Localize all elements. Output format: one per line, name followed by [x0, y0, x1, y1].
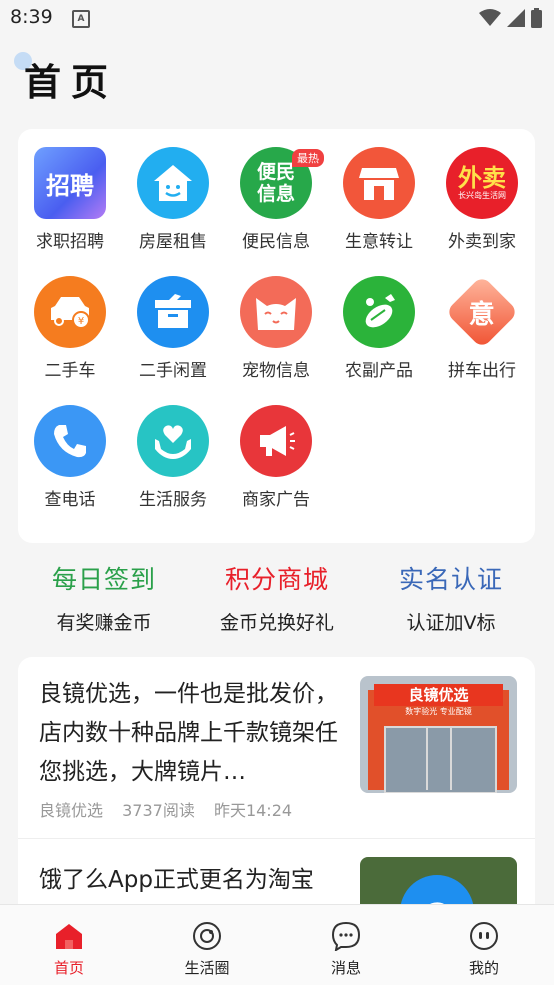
grid-item-label: 二手闲置 — [139, 361, 207, 381]
wifi-icon — [479, 9, 501, 26]
promo-title: 每日签到 — [51, 565, 156, 594]
grid-item-carpool[interactable]: 意 拼车出行 — [430, 258, 534, 381]
promo-title: 积分商城 — [224, 565, 329, 594]
convenience-icon-text: 便民 信息 — [256, 161, 295, 205]
promo-subtitle: 有奖赚金币 — [56, 612, 152, 634]
convenience-info-icon: 便民 信息 最热 — [240, 147, 324, 219]
status-bar: 8:39 A — [0, 0, 554, 36]
article-time: 昨天14:24 — [213, 801, 293, 820]
thumbnail-sign: 良镜优选 — [374, 684, 503, 706]
recruit-icon: 招聘 — [34, 147, 106, 219]
carpool-icon-text: 意 — [468, 299, 496, 330]
grid-item-label: 外卖到家 — [448, 232, 516, 252]
promo-real-name[interactable]: 实名认证 认证加V标 — [361, 560, 541, 635]
grid-item-convenience[interactable]: 便民 信息 最热 便民信息 — [224, 129, 328, 252]
article-feed: 良镜优选，一件也是批发价，店内数十种品牌上千款镜架任您挑选，大牌镜片… 良镜优选… — [18, 657, 535, 917]
carpool-icon: 意 — [445, 275, 519, 349]
promo-subtitle: 金币兑换好礼 — [219, 612, 334, 634]
article-item[interactable]: 良镜优选，一件也是批发价，店内数十种品牌上千款镜架任您挑选，大牌镜片… 良镜优选… — [18, 657, 535, 839]
tab-label: 我的 — [468, 959, 499, 977]
grid-item-label: 二手车 — [44, 361, 96, 381]
tab-messages[interactable]: 消息 — [277, 905, 415, 985]
profile-icon — [470, 922, 498, 950]
svg-text:¥: ¥ — [78, 316, 84, 327]
grid-item-life-service[interactable]: 生活服务 — [121, 387, 225, 510]
takeout-icon-subtext: 长兴岛生活网 — [458, 191, 506, 200]
grid-item-label: 便民信息 — [242, 232, 310, 252]
status-icons — [479, 8, 542, 28]
grid-item-second-hand[interactable]: 二手闲置 — [121, 258, 225, 381]
article-title: 良镜优选，一件也是批发价，店内数十种品牌上千款镜架任您挑选，大牌镜片… — [39, 681, 338, 785]
tab-home[interactable]: 首页 — [0, 905, 138, 985]
grid-item-takeout[interactable]: 外卖 长兴岛生活网 外卖到家 — [430, 129, 534, 252]
article-reads: 3737阅读 — [122, 801, 195, 820]
grid-item-label: 生活服务 — [139, 490, 207, 510]
article-thumbnail: 良镜优选 数字验光 专业配镜 — [360, 676, 517, 793]
grid-item-used-car[interactable]: ¥ 二手车 — [18, 258, 122, 381]
tab-label: 首页 — [53, 959, 84, 977]
grid-item-merchant-ads[interactable]: 商家广告 — [224, 387, 328, 510]
bottom-tab-bar: 首页 生活圈 消息 我的 — [0, 904, 554, 985]
article-title: 饿了么App正式更名为淘宝 — [39, 867, 314, 893]
article-source: 良镜优选 — [39, 801, 104, 820]
box-icon — [137, 276, 209, 348]
battery-icon — [531, 8, 542, 28]
home-icon — [56, 924, 82, 949]
promo-subtitle: 认证加V标 — [406, 612, 496, 634]
grid-item-label: 生意转让 — [345, 232, 413, 252]
heart-hands-icon — [137, 405, 209, 477]
tab-profile[interactable]: 我的 — [415, 905, 553, 985]
grid-item-farm-products[interactable]: 农副产品 — [327, 258, 431, 381]
article-meta: 良镜优选 3737阅读 昨天14:24 — [39, 797, 306, 821]
page-title: 首页 — [24, 61, 118, 104]
signal-icon — [507, 9, 525, 27]
phone-icon — [34, 405, 106, 477]
tab-life-circle[interactable]: 生活圈 — [138, 905, 276, 985]
grid-item-phone[interactable]: 查电话 — [18, 387, 122, 510]
tab-label: 消息 — [330, 959, 361, 977]
grid-item-label: 房屋租售 — [139, 232, 207, 252]
notification-icon: A — [72, 10, 90, 28]
grid-item-label: 拼车出行 — [448, 361, 516, 381]
category-grid: 招聘 求职招聘 房屋租售 便民 信息 最热 便民信息 生意转让 外卖 长兴岛生活… — [18, 129, 535, 543]
hot-badge: 最热 — [292, 149, 324, 167]
tab-label: 生活圈 — [184, 959, 230, 977]
cat-icon — [240, 276, 312, 348]
grid-item-label: 农副产品 — [345, 361, 413, 381]
grid-item-label: 商家广告 — [242, 490, 310, 510]
status-time: 8:39 — [10, 6, 53, 28]
house-icon — [137, 147, 209, 219]
thumbnail-subsign: 数字验光 专业配镜 — [405, 707, 472, 716]
takeout-icon-text: 外卖 — [458, 164, 506, 192]
recruit-icon-text: 招聘 — [46, 171, 94, 200]
megaphone-icon — [240, 405, 312, 477]
promo-daily-checkin[interactable]: 每日签到 有奖赚金币 — [14, 560, 194, 635]
takeout-icon: 外卖 长兴岛生活网 — [446, 147, 518, 219]
car-icon: ¥ — [34, 276, 106, 348]
life-circle-icon — [193, 922, 221, 950]
grid-item-label: 宠物信息 — [242, 361, 310, 381]
message-icon — [331, 921, 361, 953]
promo-title: 实名认证 — [398, 565, 503, 594]
promo-points-mall[interactable]: 积分商城 金币兑换好礼 — [187, 560, 367, 635]
grid-item-house[interactable]: 房屋租售 — [121, 129, 225, 252]
grid-item-label: 查电话 — [44, 490, 96, 510]
shop-icon — [343, 147, 415, 219]
grid-item-shop-transfer[interactable]: 生意转让 — [327, 129, 431, 252]
grid-item-label: 求职招聘 — [36, 232, 104, 252]
vegetable-icon — [343, 276, 415, 348]
grid-item-pet[interactable]: 宠物信息 — [224, 258, 328, 381]
grid-item-recruit[interactable]: 招聘 求职招聘 — [18, 129, 122, 252]
